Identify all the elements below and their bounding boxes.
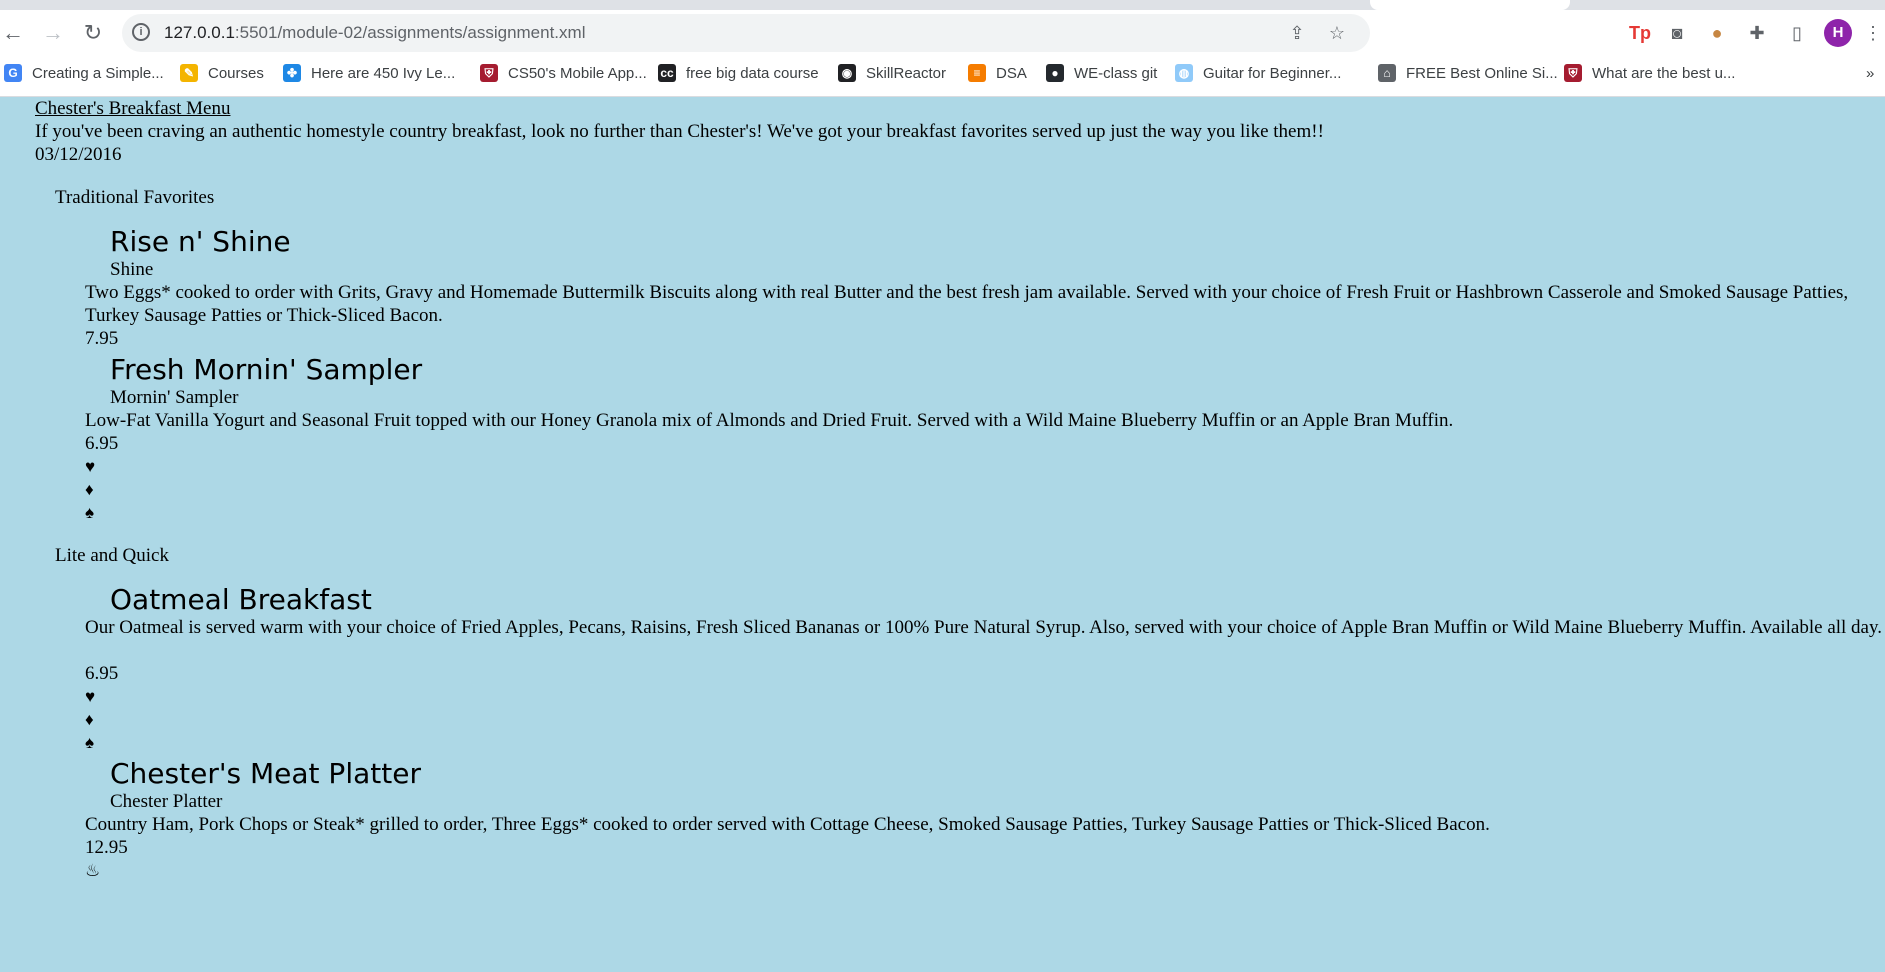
graduation-cap-icon: ⌂	[1378, 64, 1396, 82]
cookie-extension-icon[interactable]: ●	[1705, 21, 1729, 45]
flower-icon: ✤	[283, 64, 301, 82]
bookmark-item[interactable]: ⛨ CS50's Mobile App...	[480, 60, 647, 86]
browser-toolbar: ← → ↻ i 127.0.0.1:5501/module-02/assignm…	[0, 12, 1885, 54]
bookmark-label: WE-class git	[1074, 64, 1158, 82]
bookmark-item[interactable]: ✎ Courses	[180, 60, 264, 86]
xml-menu-page: Chester's Breakfast Menu If you've been …	[0, 97, 1885, 972]
url-path: :5501/module-02/assignments/assignment.x…	[234, 23, 586, 42]
category-heading: Lite and Quick	[55, 545, 169, 566]
item-price: 6.95	[85, 433, 119, 454]
address-bar[interactable]: i 127.0.0.1:5501/module-02/assignments/a…	[122, 14, 1370, 52]
dietary-symbol-icon: ♠	[85, 733, 95, 752]
bookmark-star-icon[interactable]: ☆	[1327, 23, 1347, 43]
dietary-symbol-icon: ♥	[85, 457, 96, 476]
tab-strip	[0, 0, 1885, 10]
site-info-icon[interactable]: i	[132, 23, 150, 41]
forward-arrow-icon[interactable]: →	[40, 20, 66, 46]
item-description: Two Eggs* cooked to order with Grits, Gr…	[85, 282, 1849, 326]
bookmark-label: Courses	[208, 64, 264, 82]
google-icon: G	[4, 64, 22, 82]
bookmark-label: FREE Best Online Si...	[1406, 64, 1558, 82]
dietary-symbol-icon: ♨	[85, 861, 101, 880]
category-heading: Traditional Favorites	[55, 187, 215, 208]
menu-date: 03/12/2016	[35, 144, 122, 165]
harvard-shield-icon: ⛨	[1564, 64, 1582, 82]
pencil-icon: ✎	[180, 64, 198, 82]
item-short-name: Mornin' Sampler	[110, 387, 239, 408]
profile-avatar[interactable]: H	[1824, 19, 1852, 47]
bookmark-item[interactable]: ✤ Here are 450 Ivy Le...	[283, 60, 455, 86]
skillreactor-icon: ◉	[838, 64, 856, 82]
bookmark-item[interactable]: ◉ SkillReactor	[838, 60, 946, 86]
dietary-symbol-icon: ♦	[85, 480, 94, 499]
item-price: 6.95	[85, 663, 119, 684]
bookmark-item[interactable]: ◍ Guitar for Beginner...	[1175, 60, 1341, 86]
bookmark-item[interactable]: ⌂ FREE Best Online Si...	[1378, 60, 1558, 86]
bookmark-label: SkillReactor	[866, 64, 947, 82]
url-host: 127.0.0.1	[164, 23, 235, 42]
bookmark-label: Creating a Simple...	[32, 64, 164, 82]
menu-dots-icon[interactable]: ⋮	[1864, 21, 1882, 45]
bookmark-item[interactable]: G Creating a Simple...	[4, 60, 164, 86]
dietary-symbol-icon: ♠	[85, 503, 95, 522]
dietary-symbol-icon: ♥	[85, 687, 96, 706]
url-text[interactable]: 127.0.0.1:5501/module-02/assignments/ass…	[164, 23, 585, 43]
tp-extension-icon[interactable]: Tp	[1628, 21, 1652, 45]
item-name: Oatmeal Breakfast	[110, 583, 372, 616]
camera-extension-icon[interactable]: ◙	[1665, 21, 1689, 45]
browser-chrome: ← → ↻ i 127.0.0.1:5501/module-02/assignm…	[0, 0, 1885, 97]
bookmark-item[interactable]: ● WE-class git	[1046, 60, 1157, 86]
item-description: Country Ham, Pork Chops or Steak* grille…	[85, 814, 1490, 835]
item-name: Fresh Mornin' Sampler	[110, 353, 423, 386]
item-short-name: Chester Platter	[110, 791, 223, 812]
item-price: 7.95	[85, 328, 119, 349]
item-short-name: Shine	[110, 259, 154, 280]
back-arrow-icon[interactable]: ←	[0, 20, 26, 46]
dsa-icon: ≡	[968, 64, 986, 82]
bookmark-label: What are the best u...	[1592, 64, 1736, 82]
item-name: Chester's Meat Platter	[110, 757, 421, 790]
bookmarks-bar: G Creating a Simple... ✎ Courses ✤ Here are 4…	[0, 60, 1885, 86]
share-icon[interactable]: ⇪	[1287, 23, 1307, 43]
bookmarks-overflow-button[interactable]: »	[1866, 60, 1874, 86]
harvard-shield-icon: ⛨	[480, 64, 498, 82]
active-tab[interactable]	[1370, 0, 1570, 10]
side-panel-icon[interactable]: ▯	[1785, 21, 1809, 45]
github-icon: ●	[1046, 64, 1064, 82]
item-name: Rise n' Shine	[110, 225, 291, 258]
dietary-symbol-icon: ♦	[85, 710, 94, 729]
menu-title[interactable]: Chester's Breakfast Menu	[35, 97, 230, 120]
bookmark-label: DSA	[996, 64, 1027, 82]
bookmark-label: free big data course	[686, 64, 819, 82]
item-price: 12.95	[85, 837, 128, 858]
bookmark-label: Here are 450 Ivy Le...	[311, 64, 456, 82]
bookmark-label: CS50's Mobile App...	[508, 64, 647, 82]
bookmark-item[interactable]: ⛨ What are the best u...	[1564, 60, 1735, 86]
item-description: Our Oatmeal is served warm with your cho…	[85, 617, 1883, 638]
item-description: Low-Fat Vanilla Yogurt and Seasonal Frui…	[85, 410, 1454, 431]
bookmark-item[interactable]: cc free big data course	[658, 60, 819, 86]
globe-icon: ◍	[1175, 64, 1193, 82]
cc-icon: cc	[658, 64, 676, 82]
puzzle-extensions-icon[interactable]: ✚	[1745, 21, 1769, 45]
reload-icon[interactable]: ↻	[80, 20, 106, 46]
bookmark-label: Guitar for Beginner...	[1203, 64, 1342, 82]
menu-intro: If you've been craving an authentic home…	[35, 121, 1324, 142]
bookmark-item[interactable]: ≡ DSA	[968, 60, 1027, 86]
